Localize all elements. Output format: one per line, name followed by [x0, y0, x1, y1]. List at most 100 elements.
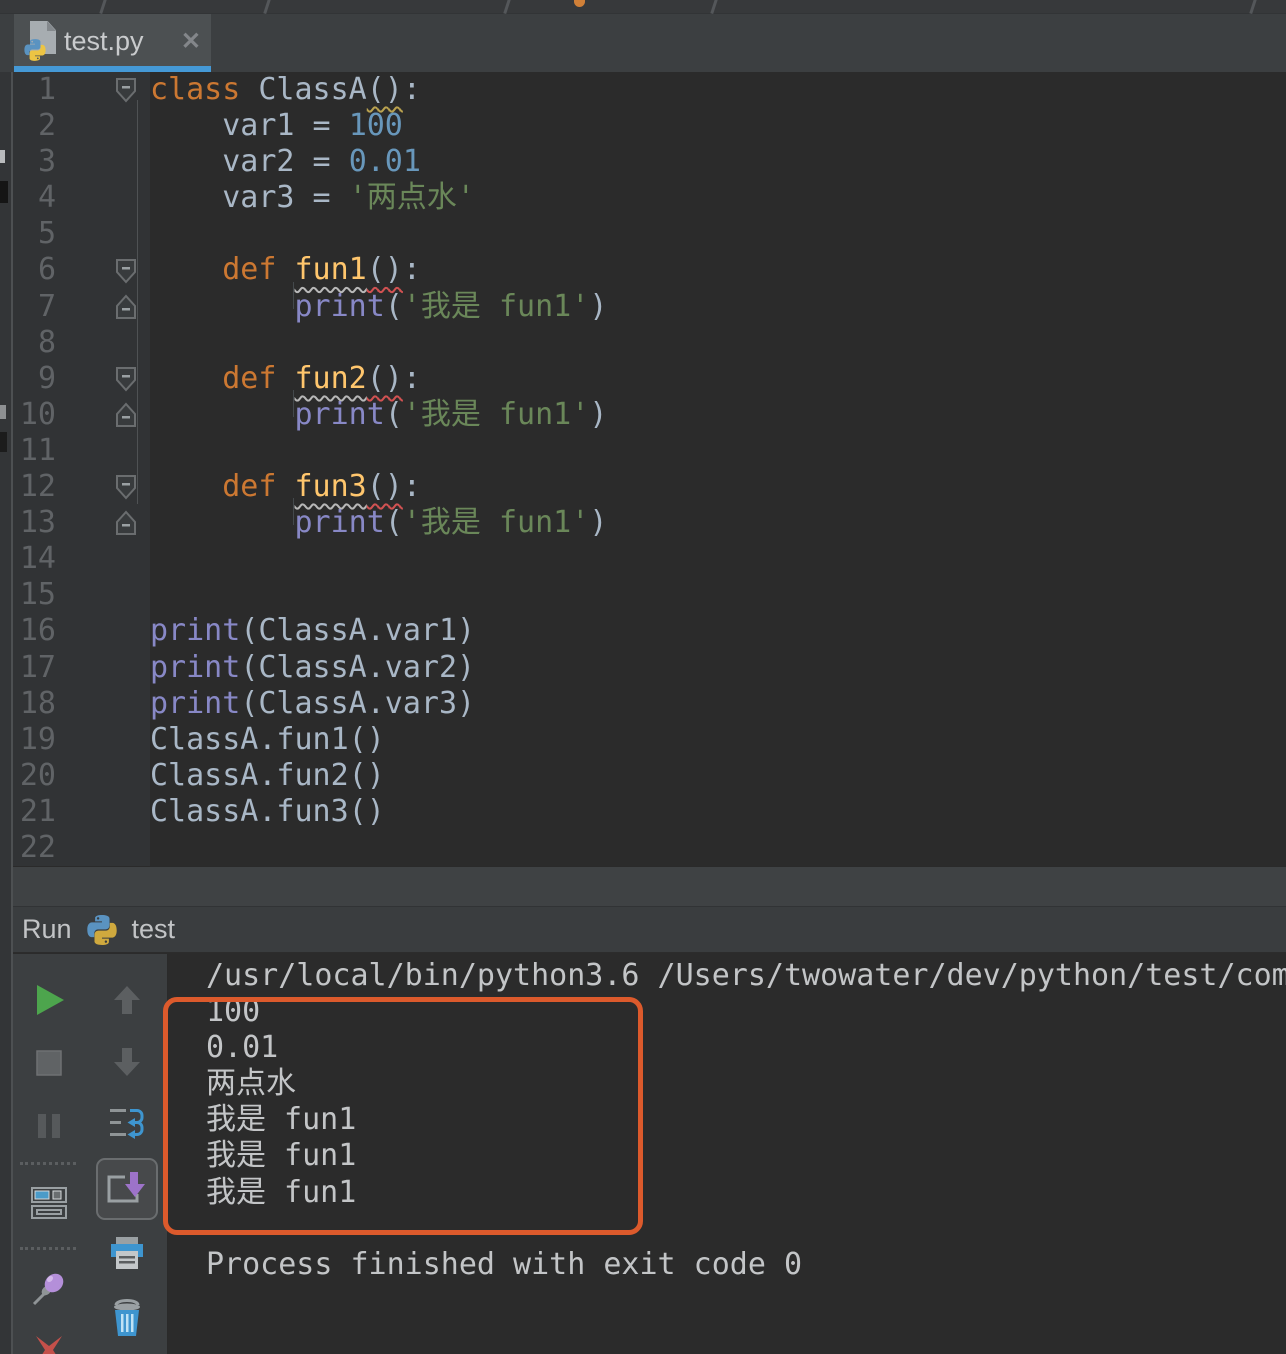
line-number[interactable]: 3	[11, 144, 56, 180]
fold-marker[interactable]	[56, 289, 150, 325]
pause-output-button[interactable]	[27, 1104, 71, 1148]
fold-column	[56, 613, 150, 649]
stop-button[interactable]	[27, 1041, 71, 1085]
line-number[interactable]: 15	[11, 577, 56, 613]
code-line[interactable]: 17 print(ClassA.var2)	[11, 650, 1286, 686]
python-file-icon	[22, 19, 60, 63]
fold-column	[56, 686, 150, 722]
line-number[interactable]: 5	[11, 216, 56, 252]
run-config-name: test	[131, 914, 176, 944]
fold-marker[interactable]	[56, 505, 150, 541]
console[interactable]: /usr/local/bin/python3.6 /Users/twowater…	[168, 954, 1286, 1354]
fold-column	[56, 108, 150, 144]
up-stack-trace-icon	[113, 986, 140, 1014]
scroll-to-end-button[interactable]	[95, 1158, 158, 1220]
line-number[interactable]: 1	[11, 72, 56, 108]
line-number[interactable]: 6	[11, 252, 56, 288]
line-number[interactable]: 18	[11, 686, 56, 722]
line-number[interactable]: 22	[11, 830, 56, 866]
fold-marker[interactable]	[56, 469, 150, 505]
editor-console-splitter[interactable]	[11, 866, 1286, 906]
fold-column	[56, 758, 150, 794]
line-number[interactable]: 2	[11, 108, 56, 144]
up-stack-trace-button[interactable]	[105, 978, 149, 1022]
line-number[interactable]: 8	[11, 325, 56, 361]
line-number[interactable]: 12	[11, 469, 56, 505]
rerun-icon	[36, 985, 64, 1015]
line-number[interactable]: 9	[11, 361, 56, 397]
code-text: print('我是 fun1')	[294, 505, 608, 541]
pin-tab-icon	[32, 1273, 63, 1306]
line-number[interactable]: 20	[11, 758, 56, 794]
code-line[interactable]: 1 class ClassA():	[11, 72, 1286, 108]
close-icon	[35, 1336, 62, 1354]
clear-all-button[interactable]	[105, 1296, 149, 1340]
editor[interactable]: 1 class ClassA(): 2 var1 = 100 3 var2 = 0.0…	[11, 72, 1286, 866]
line-number[interactable]: 21	[11, 794, 56, 830]
left-window-edge	[0, 72, 13, 1354]
code-line[interactable]: 5	[11, 216, 1286, 252]
code-line[interactable]: 14	[11, 541, 1286, 577]
code-line[interactable]: 11	[11, 433, 1286, 469]
fold-column	[56, 541, 150, 577]
print-button[interactable]	[105, 1233, 149, 1277]
code-line[interactable]: 20 ClassA.fun2()	[11, 758, 1286, 794]
code-text: def fun1():	[222, 252, 421, 288]
line-number[interactable]: 4	[11, 180, 56, 216]
fold-marker[interactable]	[56, 252, 150, 288]
decor-slash	[710, 0, 719, 15]
code-line[interactable]: 15	[11, 577, 1286, 613]
fold-column	[56, 722, 150, 758]
line-number[interactable]: 17	[11, 650, 56, 686]
code-line[interactable]: 19 ClassA.fun1()	[11, 722, 1286, 758]
code-text: print(ClassA.var1)	[150, 613, 476, 649]
pin-tab-button[interactable]	[27, 1267, 71, 1311]
code-line[interactable]: 3 var2 = 0.01	[11, 144, 1286, 180]
soft-wrap-button[interactable]	[105, 1101, 149, 1145]
down-stack-trace-icon	[113, 1048, 140, 1076]
close-run-button[interactable]	[27, 1328, 71, 1354]
fold-marker[interactable]	[56, 361, 150, 397]
line-number[interactable]: 11	[11, 433, 56, 469]
code-line[interactable]: 6 def fun1():	[11, 252, 1286, 288]
fold-marker[interactable]	[56, 72, 150, 108]
line-number[interactable]: 10	[11, 397, 56, 433]
fold-column	[56, 794, 150, 830]
down-stack-trace-button[interactable]	[105, 1040, 149, 1084]
code-line[interactable]: 22	[11, 830, 1286, 866]
code-line[interactable]: 21 ClassA.fun3()	[11, 794, 1286, 830]
line-number[interactable]: 16	[11, 613, 56, 649]
restore-layout-button[interactable]	[27, 1181, 71, 1225]
decor-slash	[1249, 0, 1258, 15]
tab-close-icon[interactable]: ✕	[181, 27, 201, 56]
code-line[interactable]: 8	[11, 325, 1286, 361]
code-line[interactable]: 9 def fun2():	[11, 361, 1286, 397]
code-line[interactable]: 18 print(ClassA.var3)	[11, 686, 1286, 722]
print-icon	[110, 1237, 143, 1269]
toolbar-separator	[20, 1247, 76, 1250]
code-line[interactable]: 12 def fun3():	[11, 469, 1286, 505]
code-line[interactable]: 7 print('我是 fun1')	[11, 281, 1286, 325]
code-line[interactable]: 10 print('我是 fun1')	[11, 389, 1286, 433]
fold-marker[interactable]	[56, 397, 150, 433]
tab-title: test.py	[64, 25, 144, 56]
fold-column	[56, 650, 150, 686]
run-panel-title: Run	[22, 914, 72, 944]
line-number[interactable]: 7	[11, 289, 56, 325]
clear-all-icon	[113, 1299, 140, 1336]
code-text: var2 = 0.01	[150, 144, 421, 180]
code-line[interactable]: 4 var3 = '两点水'	[11, 180, 1286, 216]
editor-tab-bar: test.py ✕	[0, 14, 1286, 72]
console-status-line: Process finished with exit code 0	[206, 1246, 803, 1282]
editor-tab[interactable]: test.py ✕	[14, 14, 211, 72]
code-text: print('我是 fun1')	[294, 288, 608, 324]
code-text: print('我是 fun1')	[294, 396, 608, 432]
line-number[interactable]: 13	[11, 505, 56, 541]
line-number[interactable]: 14	[11, 541, 56, 577]
code-line[interactable]: 13 print('我是 fun1')	[11, 498, 1286, 541]
rerun-button[interactable]	[27, 978, 71, 1022]
code-line[interactable]: 16 print(ClassA.var1)	[11, 613, 1286, 649]
code-line[interactable]: 2 var1 = 100	[11, 108, 1286, 144]
line-number[interactable]: 19	[11, 722, 56, 758]
